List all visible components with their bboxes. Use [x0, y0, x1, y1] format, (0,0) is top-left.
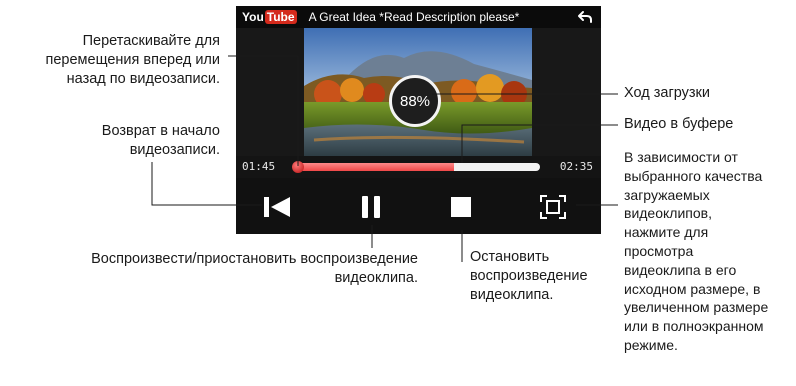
annotation-fullscreen-line: В зависимости от	[624, 149, 738, 165]
annotation-play-pause: Воспроизвести/приостановить воспроизведе…	[0, 250, 418, 288]
youtube-logo: You Tube	[242, 10, 297, 24]
annotation-restart-line: Возврат в начало	[101, 123, 220, 139]
annotation-fullscreen-line: выбранного качества	[624, 167, 763, 184]
stop-icon	[451, 197, 471, 217]
annotation-fullscreen-line: увеличенном размере	[624, 299, 769, 316]
video-title: A Great Idea *Read Description please*	[308, 10, 520, 24]
annotation-buffered-line: Видео в буфере	[624, 116, 734, 132]
annotation-fullscreen-line: видеоклипа в его	[624, 261, 737, 278]
buffered-progress	[294, 163, 454, 171]
fullscreen-icon	[540, 195, 566, 219]
annotation-play-pause-line: Воспроизвести/приостановить воспроизведе…	[91, 251, 418, 267]
annotation-stop-line: видеоклипа.	[470, 287, 554, 303]
pause-icon	[362, 196, 380, 218]
stop-button[interactable]	[444, 190, 478, 224]
back-arrow-icon[interactable]	[577, 9, 593, 25]
annotation-fullscreen-line: режиме.	[624, 336, 678, 353]
playback-controls	[236, 178, 601, 234]
annotation-fullscreen-line: или в полноэкранном	[624, 318, 764, 335]
seek-bar-row: 01:45 02:35	[236, 156, 601, 178]
annotation-download-progress: Ход загрузки	[624, 84, 794, 103]
skip-to-start-icon	[264, 197, 290, 217]
annotation-fullscreen-line: исходном размере, в	[624, 280, 761, 297]
annotation-fullscreen-line: просмотра	[624, 242, 694, 259]
annotation-stop-line: Остановить	[470, 249, 550, 265]
seek-track[interactable]	[294, 163, 540, 171]
annotation-drag-line: назад по видеозаписи.	[66, 71, 220, 87]
elapsed-time: 01:45	[242, 160, 276, 173]
annotation-fullscreen: В зависимости от выбранного качества заг…	[624, 148, 796, 355]
annotation-stop-line: воспроизведение	[470, 268, 588, 284]
seek-thumb[interactable]	[292, 161, 304, 173]
title-bar: You Tube A Great Idea *Read Description …	[236, 6, 601, 28]
video-player-screen: You Tube A Great Idea *Read Description …	[236, 6, 601, 234]
annotation-restart-line: видеозаписи.	[129, 142, 220, 158]
annotation-fullscreen-line: нажмите для	[624, 224, 709, 241]
annotation-buffered: Видео в буфере	[624, 115, 794, 134]
annotation-drag: Перетаскивайте для перемещения вперед ил…	[0, 32, 220, 89]
annotation-fullscreen-line: видеоклипов,	[624, 205, 712, 222]
annotation-stop: Остановить воспроизведение видеоклипа.	[470, 248, 620, 305]
annotation-drag-line: перемещения вперед или	[45, 52, 220, 68]
annotation-restart: Возврат в начало видеозаписи.	[0, 122, 220, 160]
skip-to-start-button[interactable]	[260, 190, 294, 224]
annotation-download-line: Ход загрузки	[624, 85, 710, 101]
download-progress-indicator: 88%	[389, 75, 441, 127]
annotation-play-pause-line: видеоклипа.	[334, 270, 418, 286]
fullscreen-button[interactable]	[536, 190, 570, 224]
total-time: 02:35	[559, 160, 593, 173]
annotation-fullscreen-line: загружаемых	[624, 186, 710, 203]
annotation-drag-line: Перетаскивайте для	[82, 33, 220, 49]
pause-button[interactable]	[354, 190, 388, 224]
video-area: 88%	[236, 28, 601, 156]
logo-tube-text: Tube	[264, 10, 297, 24]
logo-you-text: You	[242, 10, 264, 24]
